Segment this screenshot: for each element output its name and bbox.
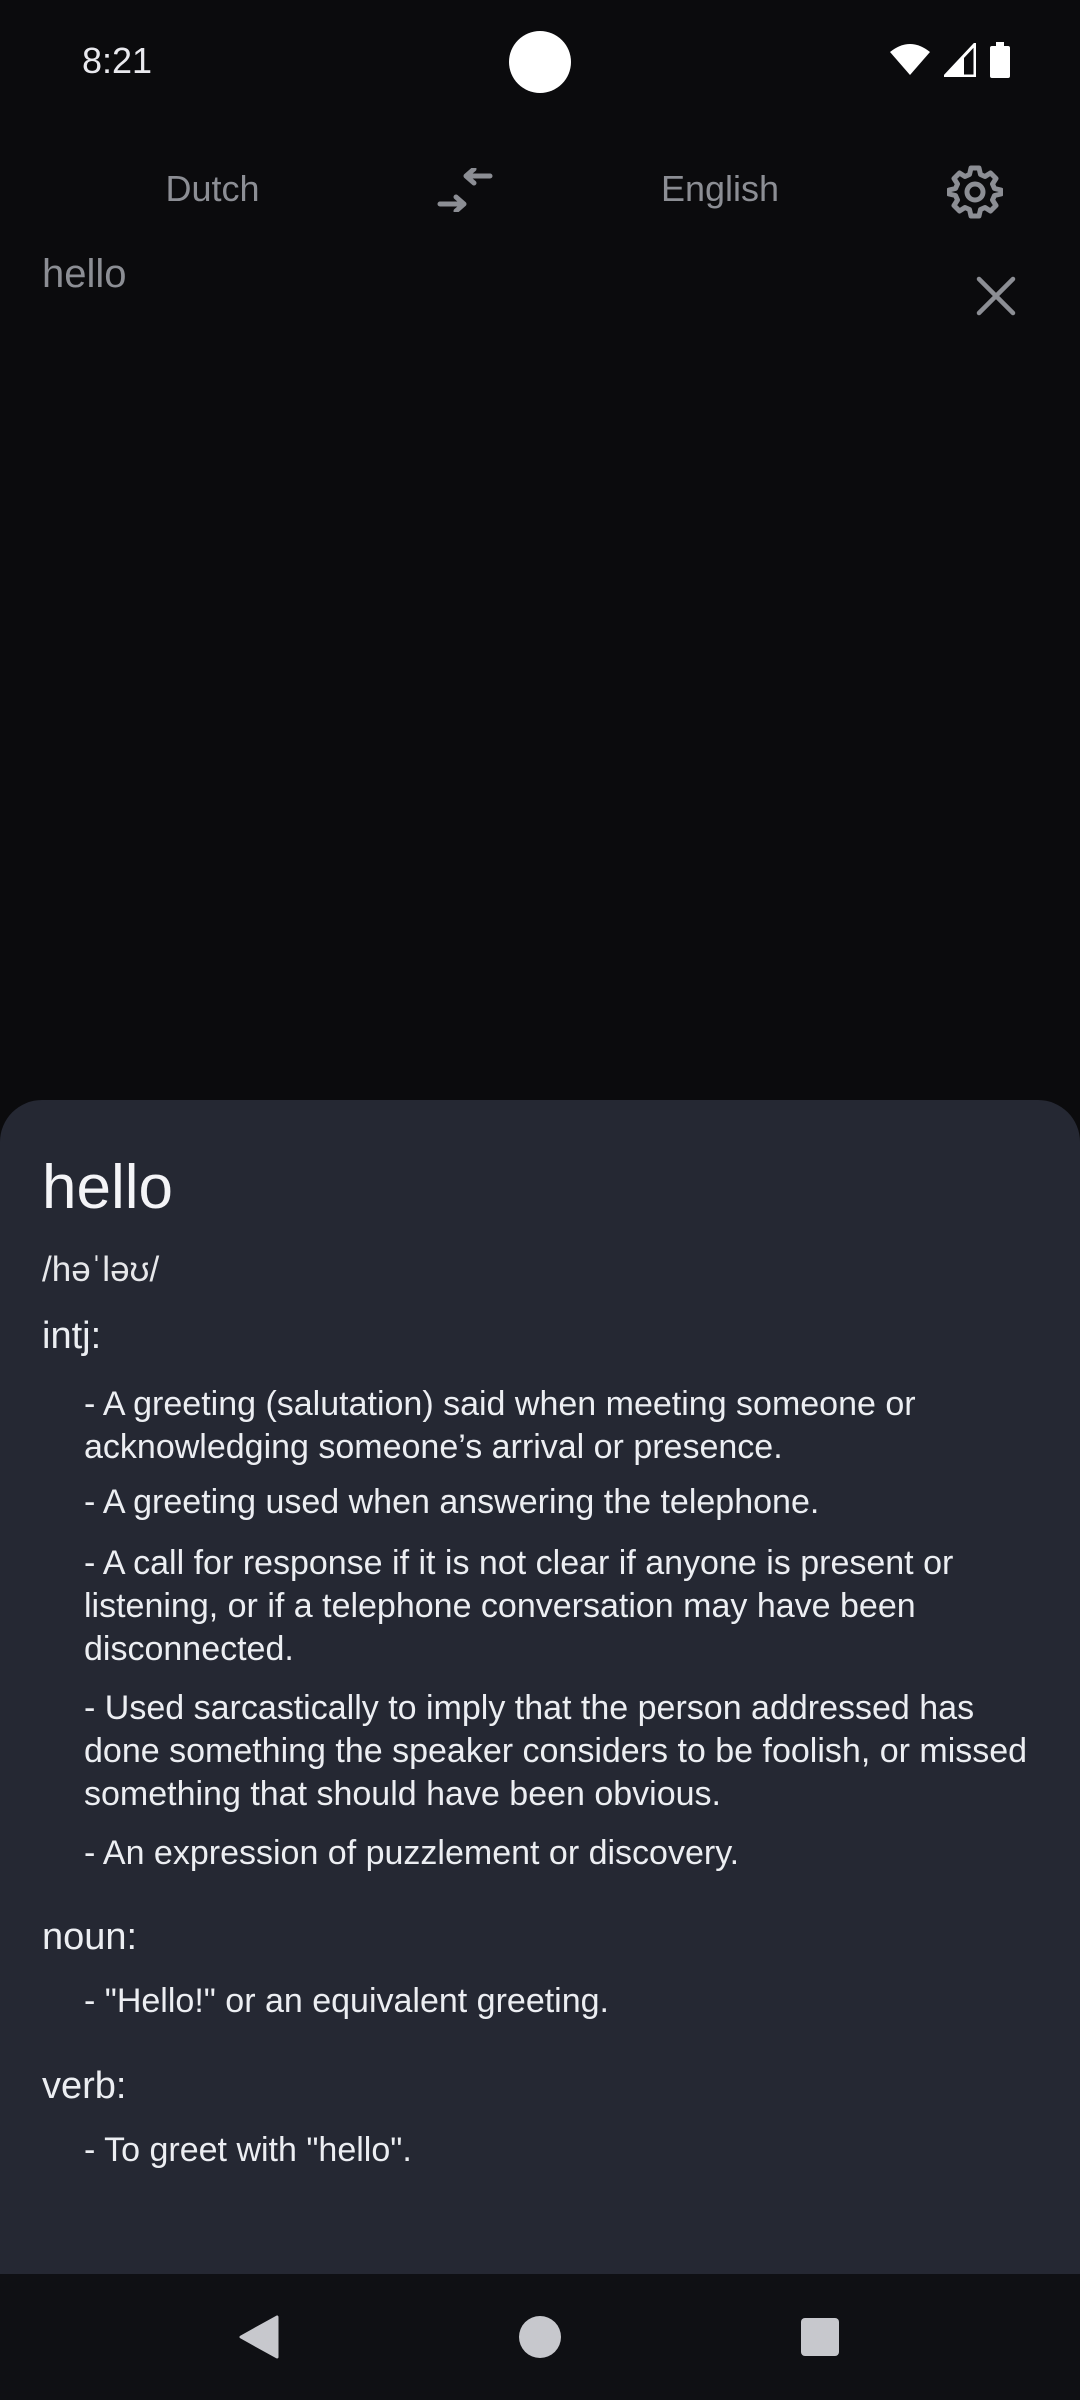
- back-button[interactable]: [224, 2304, 294, 2370]
- camera-cutout: [509, 31, 571, 93]
- swap-languages-button[interactable]: [432, 160, 498, 220]
- definition-item: - Used sarcastically to imply that the p…: [84, 1689, 1028, 1813]
- status-time: 8:21: [82, 40, 153, 81]
- definition-item: - A call for response if it is not clear…: [84, 1544, 954, 1668]
- definition-sheet: hello /həˈləʊ/ intj: - A greeting (salut…: [0, 1100, 1080, 2274]
- definition-item: - "Hello!" or an equivalent greeting.: [84, 1982, 609, 2020]
- status-bar: 8:21: [0, 0, 1080, 126]
- cell-signal-icon: [944, 43, 976, 77]
- wifi-icon: [890, 44, 930, 75]
- definition-word: hello: [42, 1153, 173, 1222]
- translation-input[interactable]: hello: [42, 252, 942, 297]
- recents-button[interactable]: [785, 2304, 855, 2370]
- definition-item: - To greet with "hello".: [84, 2131, 412, 2169]
- definition-phonetic: /həˈləʊ/: [42, 1250, 160, 1289]
- target-language-button[interactable]: English: [640, 168, 800, 210]
- definition-item: - A greeting used when answering the tel…: [84, 1483, 820, 1521]
- back-triangle-icon: [239, 2315, 279, 2359]
- home-circle-icon: [519, 2316, 561, 2358]
- settings-button[interactable]: [942, 162, 1008, 222]
- pos-label: verb:: [42, 2065, 127, 2107]
- pos-label: noun:: [42, 1916, 138, 1958]
- navigation-bar: [0, 2274, 1080, 2400]
- language-bar: Dutch English: [0, 150, 1080, 230]
- app-screen: 8:21 Dutch English hello hello /həˈləʊ/ …: [0, 0, 1080, 2400]
- pos-label: intj:: [42, 1315, 102, 1357]
- recents-square-icon: [801, 2318, 839, 2356]
- close-icon: [976, 276, 1016, 316]
- definition-item: - A greeting (salutation) said when meet…: [84, 1385, 916, 1466]
- swap-languages-icon: [437, 168, 493, 212]
- definition-item: - An expression of puzzlement or discove…: [84, 1834, 740, 1872]
- source-language-button[interactable]: Dutch: [140, 168, 285, 210]
- gear-icon: [947, 165, 1003, 219]
- clear-input-button[interactable]: [968, 268, 1024, 324]
- battery-icon: [990, 42, 1010, 78]
- status-icons: [890, 42, 1010, 78]
- home-button[interactable]: [505, 2304, 575, 2370]
